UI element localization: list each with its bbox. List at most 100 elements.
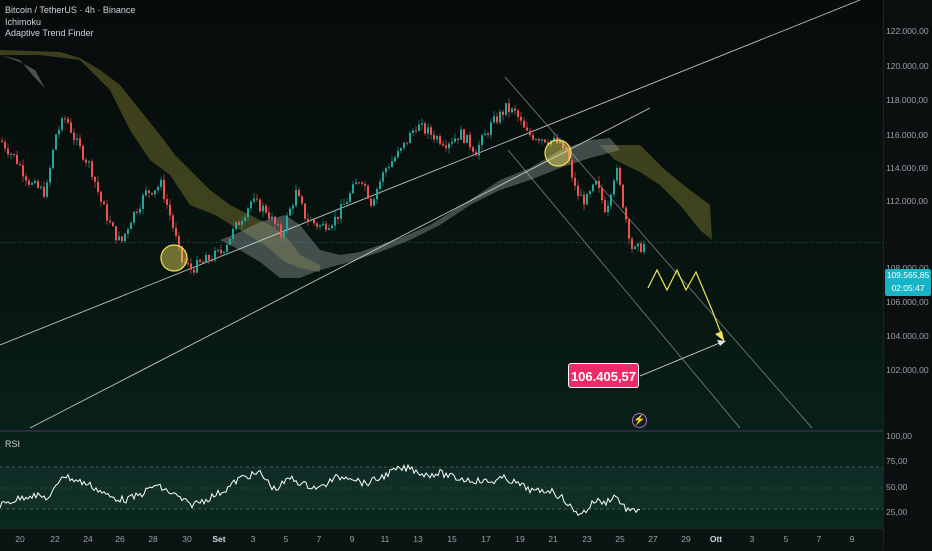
candle-body bbox=[55, 134, 57, 150]
time-tick: 30 bbox=[182, 534, 192, 544]
candle-body bbox=[130, 222, 132, 230]
time-tick: 13 bbox=[413, 534, 423, 544]
candle-body bbox=[541, 139, 543, 141]
candle-body bbox=[187, 263, 189, 265]
candle-body bbox=[343, 203, 345, 205]
candle-body bbox=[16, 154, 18, 164]
candle-body bbox=[532, 135, 534, 140]
candle-body bbox=[124, 233, 126, 242]
rsi-pane-title[interactable]: RSI bbox=[5, 439, 20, 449]
candle-body bbox=[136, 211, 138, 213]
time-tick: 17 bbox=[481, 534, 491, 544]
price-tick: 106.000,00 bbox=[886, 297, 929, 307]
price-tick: 114.000,00 bbox=[886, 163, 928, 173]
price-tick: 104.000,00 bbox=[886, 331, 929, 341]
candle-body bbox=[631, 238, 633, 249]
candle-body bbox=[643, 244, 645, 253]
candle-body bbox=[508, 103, 510, 113]
candle-body bbox=[577, 185, 579, 196]
candle-body bbox=[22, 165, 24, 177]
candle-body bbox=[52, 149, 54, 169]
candle-body bbox=[40, 186, 42, 188]
candle-body bbox=[43, 186, 45, 197]
candle-body bbox=[637, 243, 639, 247]
rsi-tick: 25,00 bbox=[886, 507, 908, 517]
price-tick: 116.000,00 bbox=[886, 130, 928, 140]
candle-body bbox=[571, 159, 573, 178]
candle-body bbox=[439, 136, 441, 144]
candle-body bbox=[247, 208, 249, 218]
candle-body bbox=[448, 143, 450, 149]
candle-body bbox=[274, 216, 276, 225]
candle-body bbox=[529, 130, 531, 136]
candle-body bbox=[586, 193, 588, 205]
candle-body bbox=[583, 194, 585, 205]
chart-canvas[interactable] bbox=[0, 0, 932, 550]
candle-body bbox=[397, 150, 399, 158]
candle-body bbox=[301, 196, 303, 204]
candle-body bbox=[388, 167, 390, 169]
chart-legend: Bitcoin / TetherUS · 4h · Binance Ichimo… bbox=[5, 5, 135, 40]
candle-body bbox=[319, 225, 321, 227]
candle-body bbox=[313, 219, 315, 224]
candle-body bbox=[310, 219, 312, 222]
candle-body bbox=[202, 261, 204, 263]
candle-body bbox=[133, 211, 135, 223]
candle-body bbox=[37, 181, 39, 188]
candle-body bbox=[481, 135, 483, 145]
candle-body bbox=[430, 127, 432, 135]
candle-body bbox=[373, 199, 375, 206]
target-price-label[interactable]: 106.405,57 bbox=[568, 363, 639, 388]
candle-body bbox=[361, 182, 363, 184]
candle-body bbox=[619, 167, 621, 185]
candle-body bbox=[106, 204, 108, 221]
candle-body bbox=[61, 118, 63, 130]
candle-body bbox=[58, 129, 60, 135]
candle-body bbox=[190, 263, 192, 270]
channel-upper-line bbox=[0, 0, 861, 346]
candle-body bbox=[169, 204, 171, 216]
candle-body bbox=[484, 133, 486, 136]
lightning-icon[interactable]: ⚡ bbox=[632, 413, 647, 428]
candle-body bbox=[67, 118, 69, 123]
candle-body bbox=[73, 132, 75, 140]
candle-body bbox=[220, 249, 222, 254]
candle-body bbox=[196, 259, 198, 273]
time-tick: 26 bbox=[115, 534, 125, 544]
candle-body bbox=[418, 124, 420, 132]
candle-body bbox=[214, 250, 216, 261]
indicator-adaptive-trend-finder[interactable]: Adaptive Trend Finder bbox=[5, 28, 135, 40]
target-pointer-line bbox=[639, 341, 723, 377]
candle-body bbox=[127, 229, 129, 234]
candle-body bbox=[322, 223, 324, 226]
candle-body bbox=[574, 177, 576, 186]
candle-body bbox=[250, 201, 252, 209]
time-tick: 7 bbox=[816, 534, 822, 544]
candle-body bbox=[175, 227, 177, 237]
candle-body bbox=[622, 184, 624, 208]
candle-body bbox=[76, 138, 78, 140]
candle-body bbox=[472, 147, 474, 152]
breakout-circle bbox=[160, 244, 188, 272]
candle-body bbox=[70, 122, 72, 133]
symbol-title[interactable]: Bitcoin / TetherUS · 4h · Binance bbox=[5, 5, 135, 17]
candle-body bbox=[610, 194, 612, 206]
candle-body bbox=[79, 138, 81, 147]
candle-body bbox=[160, 179, 162, 187]
rsi-tick: 75,00 bbox=[886, 456, 908, 466]
candle-body bbox=[523, 120, 525, 128]
indicator-ichimoku[interactable]: Ichimoku bbox=[5, 17, 135, 29]
candle-body bbox=[463, 129, 465, 143]
candle-body bbox=[364, 183, 366, 186]
time-tick: 9 bbox=[849, 534, 855, 544]
candle-body bbox=[457, 138, 459, 140]
candle-body bbox=[10, 154, 12, 156]
candle-body bbox=[217, 249, 219, 251]
candle-body bbox=[496, 116, 498, 123]
price-tick: 112.000,00 bbox=[886, 196, 928, 206]
candle-body bbox=[598, 180, 600, 189]
candle-body bbox=[634, 246, 636, 249]
candle-body bbox=[91, 161, 93, 177]
candle-body bbox=[385, 168, 387, 173]
chart-area[interactable] bbox=[0, 0, 932, 550]
